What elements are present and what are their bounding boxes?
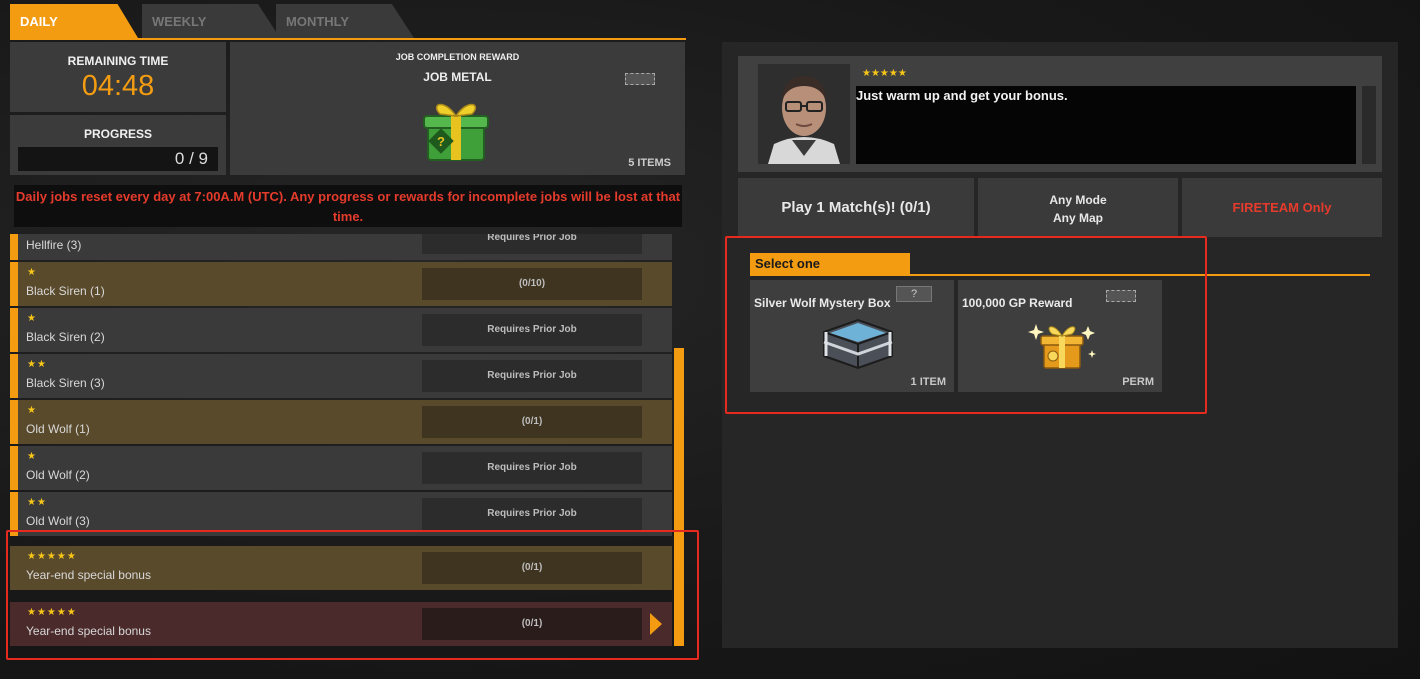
job-row[interactable]: ★ Black Siren (2) Requires Prior Job [10, 308, 672, 352]
period-tabs: DAILY WEEKLY MONTHLY [10, 4, 686, 40]
job-row[interactable]: ★ Old Wolf (2) Requires Prior Job [10, 446, 672, 490]
reset-notice: Daily jobs reset every day at 7:00A.M (U… [14, 185, 682, 227]
progress-bar: 0 / 9 [18, 147, 218, 171]
npc-portrait-icon [758, 64, 850, 164]
tab-daily[interactable]: DAILY [10, 4, 138, 38]
remaining-time-panel: REMAINING TIME 04:48 [10, 42, 226, 112]
job-row-edge [10, 446, 18, 490]
tab-underline [10, 38, 686, 40]
progress-panel: PROGRESS 0 / 9 [10, 115, 226, 175]
remaining-time-value: 04:48 [81, 70, 155, 102]
completion-reward-name: JOB METAL [423, 70, 492, 84]
remaining-time-label: REMAINING TIME [67, 54, 169, 68]
npc-dialog-box: ★★★★★ Just warm up and get your bonus. [738, 56, 1382, 172]
tab-weekly[interactable]: WEEKLY [142, 4, 280, 38]
npc-dialog-text: Just warm up and get your bonus. [856, 88, 1068, 103]
job-row[interactable]: ★ Old Wolf (1) (0/1) [10, 400, 672, 444]
job-status: Requires Prior Job [422, 452, 642, 484]
job-status: Requires Prior Job [422, 360, 642, 392]
job-row-edge [10, 234, 18, 260]
job-row-edge [10, 262, 18, 306]
job-status: Requires Prior Job [422, 234, 642, 254]
map-text: Any Map [1052, 211, 1103, 225]
job-row-edge [10, 400, 18, 444]
job-stars: ★ [27, 267, 37, 278]
completion-reward-title: JOB COMPLETION REWARD [395, 52, 520, 62]
highlight-frame [6, 530, 699, 660]
job-name: Hellfire (3) [26, 238, 82, 252]
gift-box-icon: ? [423, 103, 489, 161]
npc-dialog-area: Just warm up and get your bonus. [856, 86, 1356, 164]
job-name: Black Siren (1) [26, 284, 105, 298]
job-status: Requires Prior Job [422, 498, 642, 530]
tab-monthly[interactable]: MONTHLY [276, 4, 414, 38]
job-stars: ★ [27, 451, 37, 462]
job-name: Old Wolf (3) [26, 514, 90, 528]
restriction-box: FIRETEAM Only [1182, 178, 1382, 237]
job-row-edge [10, 354, 18, 398]
svg-text:?: ? [437, 134, 445, 149]
highlight-frame [725, 236, 1207, 414]
job-status: (0/10) [422, 268, 642, 300]
reward-tag-icon [625, 73, 655, 85]
job-name: Old Wolf (2) [26, 468, 90, 482]
job-row-edge [10, 308, 18, 352]
job-status: Requires Prior Job [422, 314, 642, 346]
job-stars: ★★ [27, 359, 47, 370]
mode-text: Any Mode [1049, 193, 1107, 207]
job-name: Old Wolf (1) [26, 422, 90, 436]
job-stars: ★ [27, 405, 37, 416]
job-stars: ★ [27, 313, 37, 324]
job-name: Black Siren (2) [26, 330, 105, 344]
mode-map-box: Any Mode Any Map [978, 178, 1178, 237]
job-row[interactable]: Hellfire (3) Requires Prior Job [10, 234, 672, 260]
completion-reward-panel[interactable]: JOB COMPLETION REWARD JOB METAL ? 5 ITEM… [230, 42, 685, 175]
npc-stars: ★★★★★ [862, 68, 907, 79]
job-status: (0/1) [422, 406, 642, 438]
objective-box: Play 1 Match(s)! (0/1) [738, 178, 974, 237]
completion-reward-count: 5 ITEMS [628, 157, 671, 169]
job-name: Black Siren (3) [26, 376, 105, 390]
job-row[interactable]: ★★ Black Siren (3) Requires Prior Job [10, 354, 672, 398]
job-stars: ★★ [27, 497, 47, 508]
progress-label: PROGRESS [83, 127, 152, 141]
job-row[interactable]: ★ Black Siren (1) (0/10) [10, 262, 672, 306]
dialog-scrollbar[interactable] [1362, 86, 1376, 164]
